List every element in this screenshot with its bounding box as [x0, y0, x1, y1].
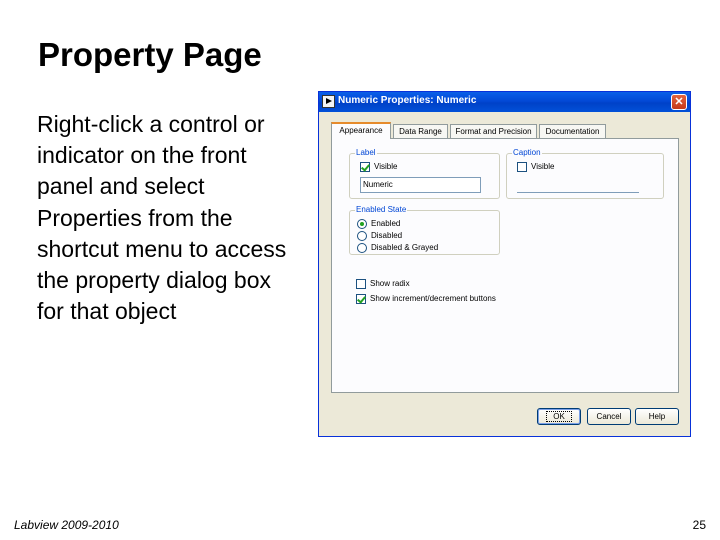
label-group-title: Label	[355, 148, 377, 157]
enabled-state-title: Enabled State	[355, 205, 408, 214]
radio-disabled[interactable]	[357, 231, 367, 241]
label-visible-text: Visible	[374, 162, 398, 171]
close-icon[interactable]: ✕	[671, 94, 687, 110]
show-inc-dec-label: Show increment/decrement buttons	[370, 294, 496, 303]
show-radix-label: Show radix	[370, 279, 410, 288]
enabled-state-group: Enabled State Enabled Disabled Disabled …	[349, 205, 500, 255]
tab-data-range[interactable]: Data Range	[393, 124, 448, 139]
tab-documentation[interactable]: Documentation	[539, 124, 606, 139]
label-visible-checkbox[interactable]	[360, 162, 370, 172]
radio-enabled[interactable]	[357, 219, 367, 229]
label-text-field[interactable]: Numeric	[360, 177, 481, 193]
show-inc-dec-checkbox[interactable]	[356, 294, 366, 304]
caption-group-title: Caption	[512, 148, 542, 157]
radio-disabled-grayed-label: Disabled & Grayed	[371, 243, 439, 252]
caption-visible-text: Visible	[531, 162, 555, 171]
caption-text-field[interactable]	[517, 192, 639, 193]
dialog-titlebar[interactable]: Numeric Properties: Numeric ✕	[319, 92, 690, 112]
appearance-panel: Label Visible Numeric Caption Visible En…	[331, 138, 679, 393]
caption-group: Caption Visible	[506, 148, 664, 199]
radio-enabled-label: Enabled	[371, 219, 401, 228]
ok-button[interactable]: OK	[537, 408, 581, 425]
slide-title: Property Page	[38, 36, 262, 73]
caption-visible-checkbox[interactable]	[517, 162, 527, 172]
show-radix-checkbox[interactable]	[356, 279, 366, 289]
footer-course-label: Labview 2009-2010	[14, 518, 119, 532]
help-button[interactable]: Help	[635, 408, 679, 425]
radio-disabled-label: Disabled	[371, 231, 403, 240]
slide-body-text: Right-click a control or indicator on th…	[37, 111, 287, 325]
dialog-title: Numeric Properties: Numeric	[338, 95, 477, 106]
ok-button-label: OK	[546, 411, 572, 422]
page-number: 25	[692, 518, 706, 532]
label-group: Label Visible Numeric	[349, 148, 500, 199]
labview-run-icon	[322, 95, 335, 108]
numeric-properties-dialog: Numeric Properties: Numeric ✕ Appearance…	[318, 91, 691, 437]
radio-disabled-grayed[interactable]	[357, 243, 367, 253]
tab-format-and-precision[interactable]: Format and Precision	[450, 124, 537, 139]
tab-appearance[interactable]: Appearance	[331, 122, 391, 139]
cancel-button[interactable]: Cancel	[587, 408, 631, 425]
